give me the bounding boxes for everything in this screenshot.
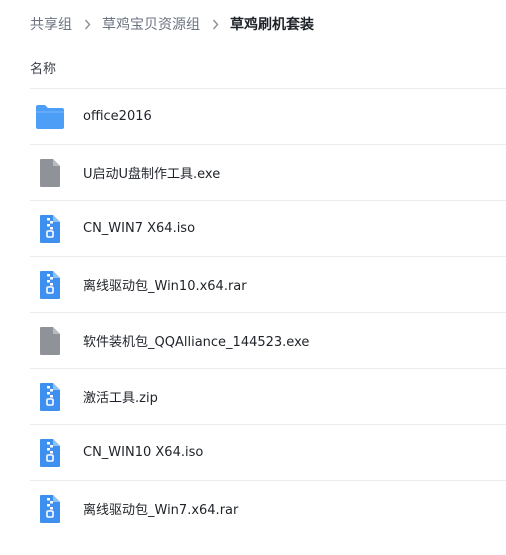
file-row[interactable]: U启动U盘制作工具.exe — [30, 144, 506, 200]
archive-icon — [32, 379, 68, 415]
breadcrumb: 共享组 草鸡宝贝资源组 草鸡刷机套装 — [30, 13, 314, 35]
file-row[interactable]: 离线驱动包_Win7.x64.rar — [30, 480, 506, 536]
file-name[interactable]: 离线驱动包_Win10.x64.rar — [83, 275, 247, 294]
file-name[interactable]: 离线驱动包_Win7.x64.rar — [83, 499, 238, 518]
file-row[interactable]: CN_WIN10 X64.iso — [30, 424, 506, 480]
folder-icon — [32, 99, 68, 135]
file-name[interactable]: office2016 — [83, 109, 152, 124]
file-name[interactable]: CN_WIN10 X64.iso — [83, 445, 203, 460]
file-icon — [32, 155, 68, 191]
file-name[interactable]: U启动U盘制作工具.exe — [83, 163, 220, 182]
file-name[interactable]: 软件装机包_QQAlliance_144523.exe — [83, 331, 309, 350]
breadcrumb-item-shared-groups[interactable]: 共享组 — [30, 14, 72, 34]
archive-icon — [32, 435, 68, 471]
archive-icon — [32, 267, 68, 303]
chevron-right-icon — [72, 13, 102, 35]
file-name[interactable]: 激活工具.zip — [83, 387, 158, 406]
archive-icon — [32, 491, 68, 527]
file-icon — [32, 323, 68, 359]
file-row[interactable]: 软件装机包_QQAlliance_144523.exe — [30, 312, 506, 368]
breadcrumb-item-current-folder: 草鸡刷机套装 — [230, 17, 314, 33]
breadcrumb-item-resource-group[interactable]: 草鸡宝贝资源组 — [102, 14, 200, 34]
file-name[interactable]: CN_WIN7 X64.iso — [83, 221, 195, 236]
file-row[interactable]: 激活工具.zip — [30, 368, 506, 424]
file-list: office2016 U启动U盘制作工具.exe CN_WIN7 X64.iso 离线… — [30, 88, 506, 536]
folder-row[interactable]: office2016 — [30, 88, 506, 144]
archive-icon — [32, 211, 68, 247]
file-row[interactable]: CN_WIN7 X64.iso — [30, 200, 506, 256]
file-row[interactable]: 离线驱动包_Win10.x64.rar — [30, 256, 506, 312]
column-header-name[interactable]: 名称 — [30, 58, 56, 77]
chevron-right-icon — [200, 13, 230, 35]
